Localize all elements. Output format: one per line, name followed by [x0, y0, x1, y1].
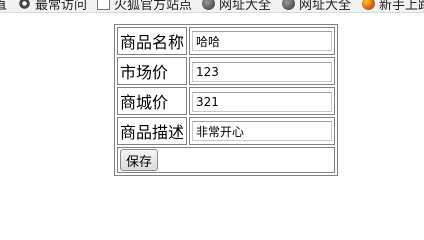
bookmark-label: 网址大全	[219, 0, 272, 13]
product-form-table: 商品名称 市场价 商城价 商品描述 保存	[114, 24, 339, 176]
bookmark-label: 新手上路	[379, 0, 424, 13]
shop-price-input[interactable]	[192, 91, 333, 112]
page-icon	[97, 0, 110, 10]
bookmark-getting-started[interactable]: 新手上路	[362, 0, 424, 12]
actions-cell: 保存	[117, 147, 336, 173]
bookmark-label: 直	[0, 0, 7, 12]
globe-icon	[282, 0, 295, 10]
product-name-label: 商品名称	[117, 27, 188, 55]
gear-icon	[18, 0, 31, 10]
product-name-input[interactable]	[192, 31, 333, 52]
bookmark-label: 最常访问	[35, 0, 88, 13]
bookmark-most-visited[interactable]: 最常访问	[18, 0, 87, 12]
description-cell	[189, 117, 336, 145]
market-price-input[interactable]	[192, 61, 333, 82]
bookmark-label: 网址大全	[299, 0, 352, 13]
bookmark-firefox-official[interactable]: 火狐官方站点	[97, 0, 192, 12]
shop-price-cell	[189, 87, 336, 115]
form-row-actions: 保存	[117, 147, 336, 173]
form-row-name: 商品名称	[117, 27, 336, 55]
product-name-cell	[189, 27, 336, 55]
description-label: 商品描述	[117, 117, 188, 145]
bookmarks-toolbar: 直 最常访问 火狐官方站点 网址大全 网址大全 新手上路	[0, 0, 424, 13]
description-input[interactable]	[192, 121, 333, 142]
bookmark-url-directory[interactable]: 网址大全	[202, 0, 271, 12]
form-row-description: 商品描述	[117, 117, 336, 145]
form-row-market-price: 市场价	[117, 57, 336, 85]
market-price-label: 市场价	[117, 57, 188, 85]
firefox-icon	[362, 0, 375, 10]
shop-price-label: 商城价	[117, 87, 188, 115]
bookmark-label: 火狐官方站点	[114, 0, 193, 13]
bookmark-partial[interactable]: 直	[0, 0, 7, 12]
save-button[interactable]: 保存	[120, 149, 159, 171]
bookmark-url-directory-2[interactable]: 网址大全	[282, 0, 351, 12]
form-row-shop-price: 商城价	[117, 87, 336, 115]
market-price-cell	[189, 57, 336, 85]
globe-icon	[202, 0, 215, 10]
